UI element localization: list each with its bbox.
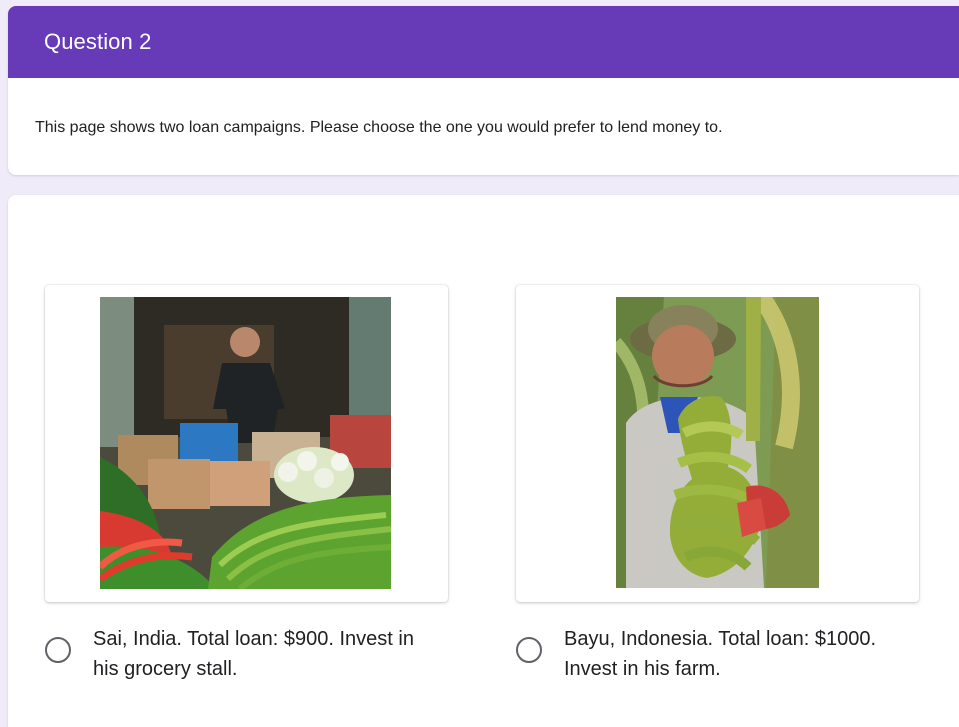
farmer-with-bananas-photo — [616, 297, 819, 588]
form-page: Question 2 This page shows two loan camp… — [0, 0, 959, 727]
loan-option-bayu: Bayu, Indonesia. Total loan: $1000. Inve… — [516, 285, 919, 682]
question-title: Question 2 — [44, 29, 152, 54]
choice-card: Sai, India. Total loan: $900. Invest in … — [8, 195, 959, 727]
bayu-radio-button[interactable] — [516, 637, 542, 663]
loan-option-sai: Sai, India. Total loan: $900. Invest in … — [45, 285, 448, 682]
sai-choice-row[interactable]: Sai, India. Total loan: $900. Invest in … — [45, 624, 448, 682]
question-header-card: Question 2 This page shows two loan camp… — [8, 6, 959, 175]
bayu-image-tile[interactable] — [516, 285, 919, 602]
sai-choice-label: Sai, India. Total loan: $900. Invest in … — [93, 628, 414, 680]
bayu-choice-label: Bayu, Indonesia. Total loan: $1000. Inve… — [564, 628, 877, 680]
question-description: This page shows two loan campaigns. Plea… — [35, 119, 723, 136]
grocery-stall-photo — [100, 297, 391, 589]
bayu-choice-row[interactable]: Bayu, Indonesia. Total loan: $1000. Inve… — [516, 624, 919, 682]
sai-radio-button[interactable] — [45, 637, 71, 663]
sai-image-tile[interactable] — [45, 285, 448, 602]
question-header-bar: Question 2 — [8, 6, 959, 78]
